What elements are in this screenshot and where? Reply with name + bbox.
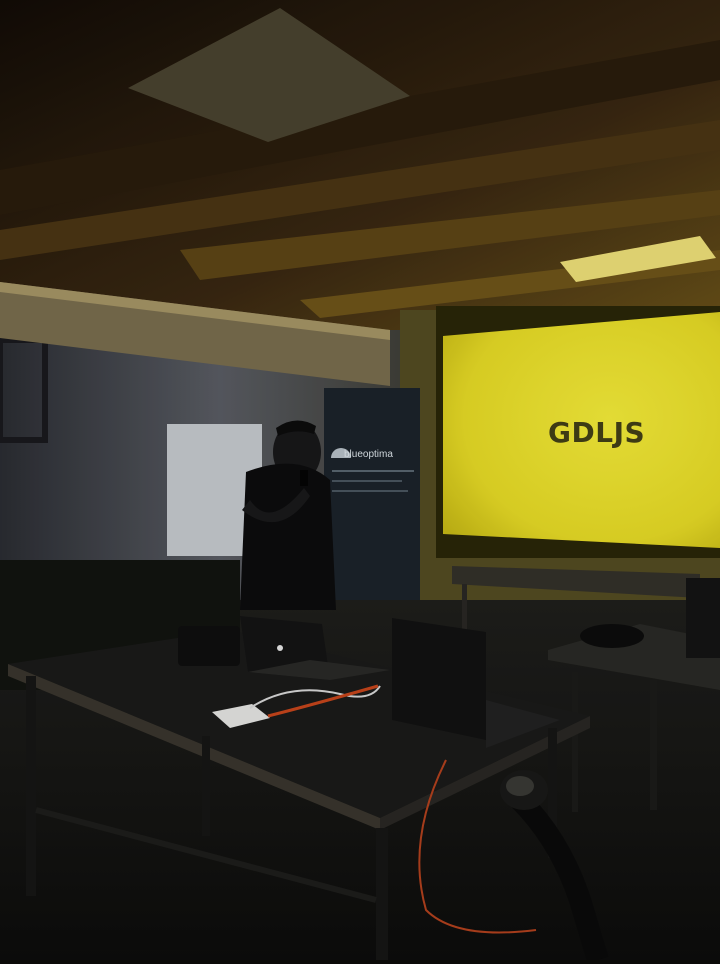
banner-logo-text: blueoptima: [344, 449, 393, 460]
event-photo: GDLJS blueoptima: [0, 0, 720, 964]
slide-title: GDLJS: [548, 416, 646, 449]
vignette: [0, 0, 720, 960]
